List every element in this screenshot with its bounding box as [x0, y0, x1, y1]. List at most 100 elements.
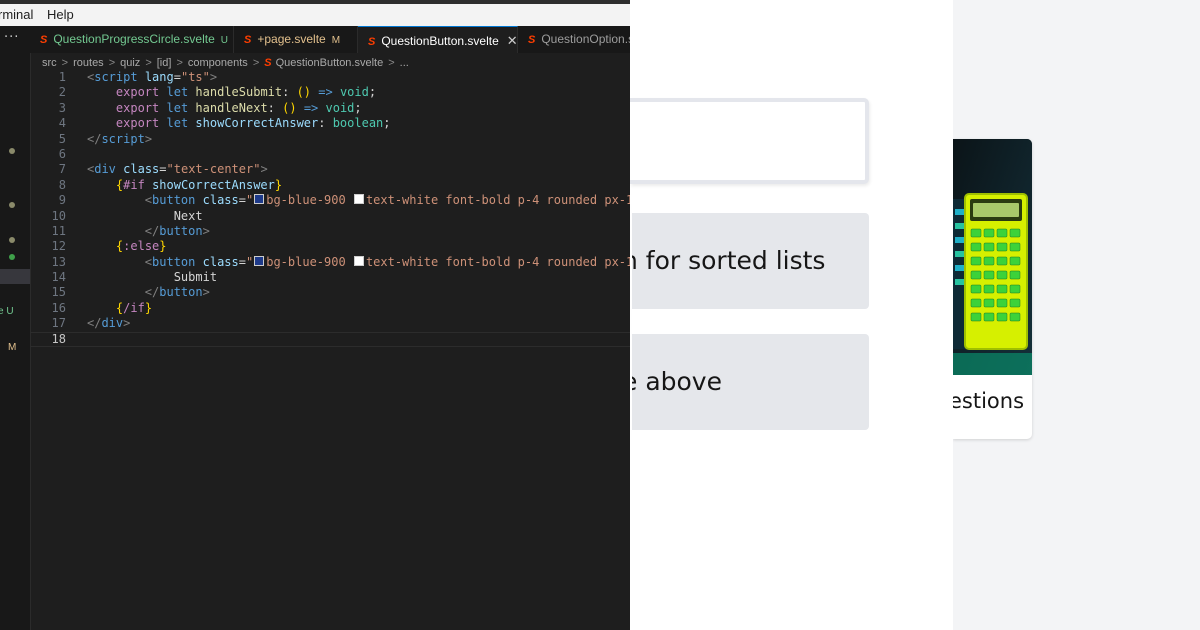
quiz-option-label: e above [632, 367, 722, 396]
line-number: 15 [51, 285, 66, 300]
tab-question-option[interactable]: S QuestionOption.sv [518, 26, 630, 53]
close-icon[interactable]: ✕ [507, 33, 518, 48]
tab-question-button[interactable]: S QuestionButton.svelte ✕ [358, 26, 518, 53]
svelte-file-icon: S [244, 34, 252, 46]
color-swatch-white[interactable] [353, 194, 364, 205]
calculator-illustration [953, 139, 1032, 375]
line-number: 8 [58, 177, 66, 192]
tab-label: QuestionProgressCircle.svelte [53, 32, 215, 46]
selected-file-highlight[interactable] [0, 269, 30, 284]
tab-page[interactable]: S +page.svelte M [234, 26, 358, 53]
quiz-list-pane: estions [953, 0, 1200, 630]
breadcrumb-src[interactable]: src [42, 57, 57, 69]
class-rest: text-white font-bold p-4 rounded px-16" [365, 254, 630, 269]
code-line: 9 <button class=" bg-blue-900 text-white … [30, 193, 630, 208]
prop-name: showCorrectAnswer [195, 116, 319, 131]
line-number: 6 [58, 146, 66, 161]
line-number: 10 [51, 208, 66, 223]
svelte-file-icon: S [528, 34, 536, 46]
line-number: 18 [51, 331, 66, 346]
breadcrumb-id[interactable]: [id] [157, 57, 172, 69]
code-line: 8 {#if showCorrectAnswer} [30, 178, 630, 193]
line-number: 7 [58, 162, 66, 177]
code-line: 7 <div class="text-center"> [30, 162, 630, 177]
code-line: 3 export let handleNext: () => void; [30, 101, 630, 116]
quiz-option-label: n for sorted lists [632, 246, 826, 275]
untracked-badge: e U [0, 306, 14, 317]
modified-badge: M [8, 342, 17, 353]
line-number: 14 [51, 270, 66, 285]
breadcrumb-more[interactable]: ... [400, 57, 409, 69]
prop-name: handleNext [195, 100, 268, 115]
lang-value: "ts" [180, 70, 210, 84]
menu-bar: rminal Help [0, 4, 630, 26]
quiz-option[interactable]: e above [632, 334, 869, 430]
line-number: 2 [58, 85, 66, 100]
chevron-right-icon: > [252, 57, 260, 69]
svelte-file-icon: S [264, 57, 272, 69]
menu-help[interactable]: Help [47, 4, 74, 26]
menu-terminal[interactable]: rminal [0, 4, 33, 26]
tab-badge: M [331, 35, 341, 46]
svelte-file-icon: S [40, 34, 48, 46]
tab-question-progress-circle[interactable]: S QuestionProgressCircle.svelte U [30, 26, 234, 53]
chevron-right-icon: > [61, 57, 69, 69]
explorer-gutter: ··· e U M [0, 26, 31, 630]
quiz-card-title: estions [953, 389, 1025, 413]
chevron-right-icon: > [108, 57, 116, 69]
untracked-dot-icon [9, 254, 15, 260]
tab-badge: U [220, 35, 228, 46]
line-number: 5 [58, 131, 66, 146]
chevron-right-icon: > [388, 57, 395, 69]
breadcrumb-file[interactable]: QuestionButton.svelte [276, 57, 384, 69]
calculator-image [953, 139, 1032, 375]
tab-label: QuestionButton.svelte [381, 34, 499, 48]
code-line: 16 {/if} [30, 301, 630, 316]
quiz-option[interactable]: n for sorted lists [632, 213, 869, 309]
line-number: 13 [51, 254, 66, 269]
code-line: 17 </div> [30, 316, 630, 331]
line-number: 9 [58, 193, 66, 208]
more-actions-icon[interactable]: ··· [4, 30, 19, 45]
class-bg: bg-blue-900 [266, 193, 346, 208]
line-number: 4 [58, 116, 66, 131]
line-number: 12 [51, 239, 66, 254]
if-condition: showCorrectAnswer [152, 177, 275, 192]
line-number: 1 [58, 70, 66, 84]
code-line: 5 </script> [30, 132, 630, 147]
submit-label: Submit [173, 270, 218, 285]
code-line: 4 export let showCorrectAnswer: boolean; [30, 116, 630, 131]
code-line: 2 export let handleSubmit: () => void; [30, 85, 630, 100]
chevron-right-icon: > [176, 57, 183, 69]
editor-tabs: S QuestionProgressCircle.svelte U S +page.s… [30, 26, 630, 53]
color-swatch-blue[interactable] [254, 194, 265, 205]
code-area[interactable]: 1 <script lang="ts"> 2 export let handleS… [30, 70, 630, 348]
answer-input-box[interactable] [630, 98, 869, 184]
class-bg: bg-blue-900 [266, 254, 346, 269]
code-line: 1 <script lang="ts"> [30, 70, 630, 85]
code-line: 10 Next [30, 209, 630, 224]
prop-type: boolean [332, 116, 384, 131]
line-number: 16 [51, 300, 66, 315]
div-class-value: "text-center" [166, 162, 261, 177]
code-line: 12 {:else} [30, 239, 630, 254]
modified-dot-icon [9, 202, 15, 208]
prop-type: void [325, 100, 355, 115]
chevron-right-icon: > [145, 57, 152, 69]
line-number: 17 [51, 316, 66, 331]
breadcrumb-components[interactable]: components [188, 57, 248, 69]
class-rest: text-white font-bold p-4 rounded px-16" [365, 193, 630, 208]
code-line-current: 18 [30, 331, 630, 348]
color-swatch-blue[interactable] [254, 255, 265, 266]
quiz-card[interactable]: estions [953, 139, 1032, 439]
color-swatch-white[interactable] [353, 255, 364, 266]
tab-label: QuestionOption.sv [541, 32, 630, 46]
tab-label: +page.svelte [257, 32, 326, 46]
breadcrumb-routes[interactable]: routes [73, 57, 104, 69]
code-line: 11 </button> [30, 224, 630, 239]
breadcrumb-quiz[interactable]: quiz [120, 57, 140, 69]
code-line: 14 Submit [30, 270, 630, 285]
modified-dot-icon [9, 237, 15, 243]
svelte-file-icon: S [368, 36, 376, 48]
next-label: Next [173, 208, 203, 223]
